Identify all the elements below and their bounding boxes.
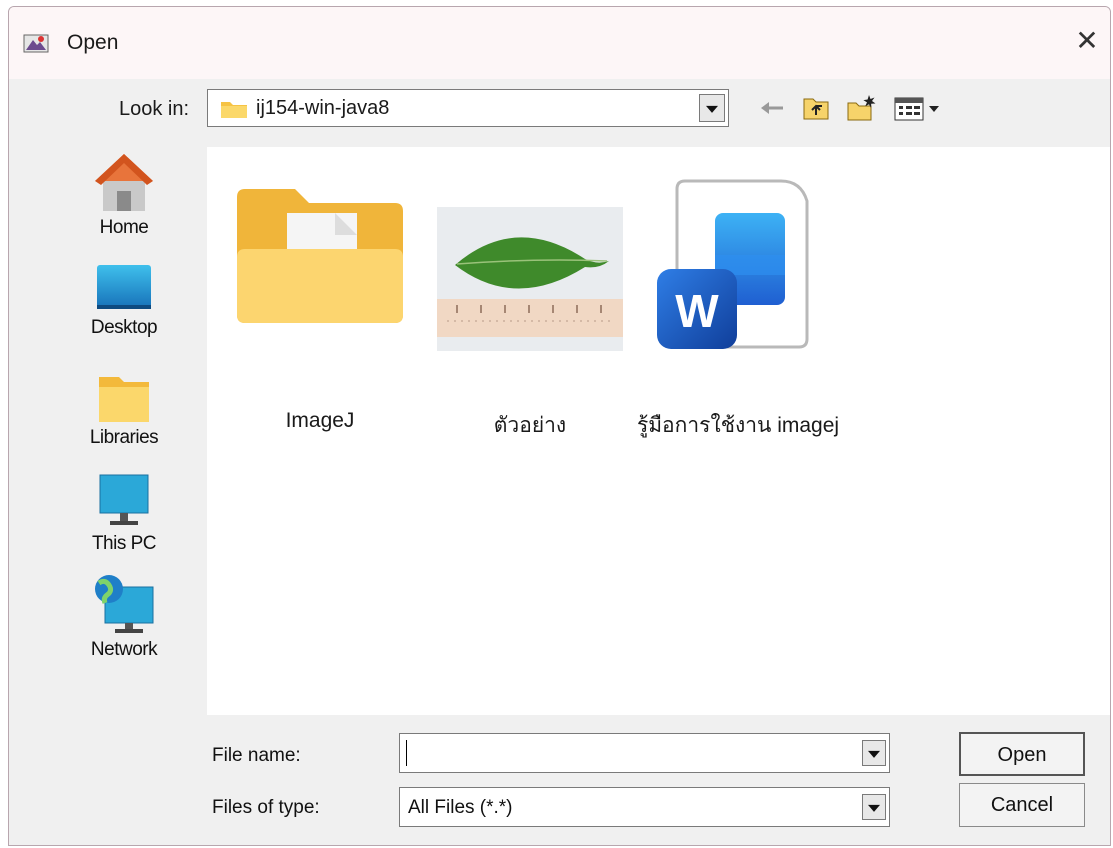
dialog-title: Open [67, 31, 119, 54]
desktop-icon [97, 265, 151, 309]
folder-icon [221, 102, 247, 118]
place-label-home: Home [99, 217, 149, 238]
new-folder-icon[interactable] [845, 93, 877, 123]
file-list-pane[interactable]: ImageJ ตัวอย่าง W รู้มือการใช้งาน imagej [207, 147, 1110, 715]
home-icon [95, 154, 153, 211]
look-in-dropdown-button[interactable] [699, 94, 725, 122]
file-item-imagej-folder[interactable]: ImageJ [235, 187, 405, 447]
folder-icon [237, 189, 403, 323]
text-caret [406, 740, 407, 766]
place-network[interactable]: Network [64, 573, 184, 673]
look-in-combo[interactable]: ij154-win-java8 [207, 89, 729, 127]
file-name-label: File name: [212, 745, 301, 766]
place-libraries[interactable]: Libraries [64, 371, 184, 471]
chevron-down-icon [868, 804, 880, 812]
libraries-icon [99, 377, 149, 422]
up-folder-icon[interactable] [801, 93, 831, 123]
look-in-value: ij154-win-java8 [256, 97, 390, 119]
open-dialog: Open ✕ Look in: ij154-win-java8 Home Des… [8, 6, 1111, 846]
file-type-label: Files of type: [212, 797, 320, 818]
back-icon[interactable] [757, 93, 787, 123]
place-this-pc[interactable]: This PC [64, 471, 184, 571]
file-type-select[interactable]: All Files (*.*) [399, 787, 890, 827]
word-document-icon: W [657, 179, 809, 349]
this-pc-icon [99, 474, 149, 525]
file-type-value: All Files (*.*) [408, 797, 513, 818]
place-label-network: Network [90, 639, 158, 660]
file-name-input[interactable] [399, 733, 890, 773]
places-bar: Home Desktop Libraries This PC Network [64, 149, 184, 679]
file-name-dropdown-button[interactable] [862, 740, 886, 766]
place-label-libraries: Libraries [89, 427, 159, 448]
svg-text:W: W [675, 285, 719, 337]
view-menu-icon[interactable] [893, 93, 945, 123]
title-bar: Open ✕ [9, 7, 1110, 79]
leaf-image-thumbnail [437, 207, 623, 351]
file-item-imagej-manual[interactable]: W รู้มือการใช้งาน imagej [637, 175, 839, 447]
file-label-manual: รู้มือการใช้งาน imagej [636, 414, 840, 437]
cancel-button[interactable]: Cancel [959, 783, 1085, 827]
java-app-icon [23, 34, 49, 53]
place-label-desktop: Desktop [90, 317, 158, 338]
close-icon[interactable]: ✕ [1075, 25, 1098, 56]
open-button[interactable]: Open [959, 732, 1085, 776]
file-type-dropdown-button[interactable] [862, 794, 886, 820]
look-in-label: Look in: [119, 98, 190, 120]
close-button[interactable]: ✕ [1064, 19, 1110, 63]
place-label-this-pc: This PC [91, 533, 157, 554]
chevron-down-icon [706, 105, 718, 113]
chevron-down-icon [868, 750, 880, 758]
network-icon [95, 575, 154, 633]
file-item-sample-image[interactable]: ตัวอย่าง [437, 187, 623, 447]
place-desktop[interactable]: Desktop [64, 261, 184, 361]
place-home[interactable]: Home [64, 149, 184, 249]
